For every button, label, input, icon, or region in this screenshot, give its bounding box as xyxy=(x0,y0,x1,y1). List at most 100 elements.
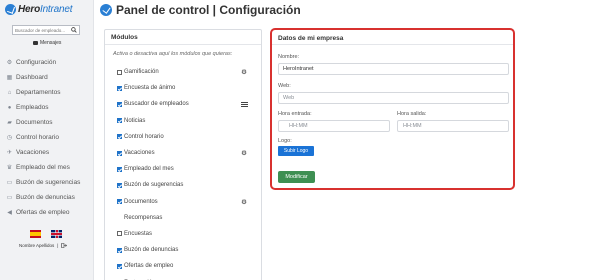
module-row: Facturación⚙ xyxy=(117,274,257,280)
entry-time-input[interactable] xyxy=(278,120,390,132)
module-label: Recompensas xyxy=(124,214,163,221)
module-row: Recompensas xyxy=(117,210,257,226)
modules-list: Gamificación ⚙ Encuesta de ánimo Buscador d… xyxy=(117,64,257,280)
module-checkbox[interactable] xyxy=(117,118,122,124)
settings-gear-icon[interactable]: ⚙ xyxy=(241,198,247,206)
page-header: Panel de control | Configuración xyxy=(100,0,301,19)
module-checkbox[interactable] xyxy=(117,101,122,107)
list-icon[interactable] xyxy=(241,101,248,107)
logo-label: Logo: xyxy=(278,138,292,144)
sidebar-item-label: Documentos xyxy=(16,119,53,126)
module-label: Control horario xyxy=(124,133,164,140)
company-name-input[interactable] xyxy=(278,63,509,75)
module-checkbox[interactable] xyxy=(117,182,122,188)
sidebar: HeroIntranet Mensajes ⚙Configuración▦Das… xyxy=(0,0,94,280)
sidebar-item[interactable]: ▦ Dashboard xyxy=(6,70,80,85)
sidebar-item-label: Configuración xyxy=(16,59,57,66)
module-row: Ofertas de empleo xyxy=(117,258,257,274)
folder-icon: ▰ xyxy=(7,120,12,126)
module-label: Buscador de empleados xyxy=(124,101,189,108)
upload-logo-button[interactable]: Subir Logo xyxy=(278,146,314,156)
settings-gear-icon[interactable]: ⚙ xyxy=(241,149,247,157)
module-row: Control horario xyxy=(117,129,257,145)
sidebar-item[interactable]: ▭ Buzón de sugerencias xyxy=(6,175,81,190)
check-badge-icon xyxy=(100,3,112,16)
module-checkbox[interactable] xyxy=(117,134,122,140)
search-input[interactable] xyxy=(13,27,69,33)
sidebar-item[interactable]: ✈ Vacaciones xyxy=(6,145,80,160)
module-row: Vacaciones ⚙ xyxy=(117,145,257,161)
logout-icon[interactable] xyxy=(61,243,68,248)
brand-logo[interactable]: HeroIntranet xyxy=(5,4,72,15)
search-icon[interactable] xyxy=(69,26,79,34)
trophy-icon: ♛ xyxy=(6,165,13,171)
module-row: Buscador de empleados xyxy=(117,96,257,112)
user-info: Nombre Apellidos | xyxy=(19,243,68,248)
messages-link[interactable]: Mensajes xyxy=(33,40,61,46)
entry-time-label: Hora entrada: xyxy=(278,111,312,117)
employee-search xyxy=(12,25,80,35)
web-input[interactable] xyxy=(278,92,509,104)
module-checkbox[interactable] xyxy=(117,247,122,253)
name-label: Nombre: xyxy=(278,54,300,60)
departments-icon: ⌂ xyxy=(7,89,12,96)
module-row: Documentos ⚙ xyxy=(117,194,257,210)
module-row: Empleado del mes xyxy=(117,161,257,177)
user-name[interactable]: Nombre Apellidos xyxy=(19,243,54,248)
plane-icon: ✈ xyxy=(6,150,13,156)
logo-check-icon xyxy=(5,4,16,15)
module-label: Encuestas xyxy=(124,230,153,237)
company-panel: Datos de mi empresa Nombre: Web: Hora en… xyxy=(270,28,515,190)
dashboard-icon: ▦ xyxy=(6,75,13,81)
modules-title: Módulos xyxy=(105,30,261,45)
sidebar-item-label: Empleado del mes xyxy=(16,164,70,171)
sidebar-item[interactable]: ● Empleados xyxy=(6,100,80,115)
module-label: Empleado del mes xyxy=(124,166,174,173)
sidebar-nav: ⚙ Configuración ▦ Dashboard ⌂ Departamentos ● E… xyxy=(6,55,81,220)
modify-button[interactable]: Modificar xyxy=(278,171,315,183)
module-label: Encuesta de ánimo xyxy=(124,85,176,92)
spanish-flag-icon[interactable] xyxy=(30,230,41,238)
chat-icon xyxy=(33,41,38,45)
english-flag-icon[interactable] xyxy=(51,230,62,238)
sidebar-item[interactable]: ⌂ Departamentos xyxy=(6,85,80,100)
sidebar-item-label: Vacaciones xyxy=(16,149,50,156)
modules-hint: Activa o desactiva aquí los módulos que … xyxy=(113,51,233,57)
exit-time-label: Hora salida: xyxy=(397,111,427,117)
inbox-icon: ▭ xyxy=(6,195,13,201)
module-checkbox[interactable] xyxy=(117,199,122,205)
module-row: Encuestas xyxy=(117,226,257,242)
module-label: Noticias xyxy=(124,117,146,124)
user-separator: | xyxy=(57,243,59,248)
sidebar-item[interactable]: ◀ Ofertas de empleo xyxy=(6,205,80,220)
sidebar-item[interactable]: ▰ Documentos xyxy=(6,115,80,130)
sidebar-item-label: Buzón de sugerencias xyxy=(16,179,81,186)
exit-time-input[interactable] xyxy=(397,120,509,132)
module-label: Documentos xyxy=(124,198,158,205)
module-row: Noticias xyxy=(117,113,257,129)
sidebar-item-label: Empleados xyxy=(16,104,49,111)
brand-name: HeroIntranet xyxy=(18,4,73,15)
module-checkbox[interactable] xyxy=(117,263,122,269)
module-row: Buzón de denuncias xyxy=(117,242,257,258)
module-label: Buzón de denuncias xyxy=(124,247,179,254)
sidebar-item[interactable]: ⚙ Configuración xyxy=(6,55,80,70)
module-checkbox[interactable] xyxy=(117,69,122,75)
module-label: Vacaciones xyxy=(124,150,155,157)
module-checkbox[interactable] xyxy=(117,85,122,91)
sidebar-item-label: Dashboard xyxy=(16,74,48,81)
module-checkbox[interactable] xyxy=(117,150,122,156)
sidebar-item[interactable]: ♛ Empleado del mes xyxy=(6,160,80,175)
gear-icon: ⚙ xyxy=(6,60,13,66)
settings-gear-icon[interactable]: ⚙ xyxy=(241,68,247,76)
sidebar-item[interactable]: ▭ Buzón de denuncias xyxy=(6,190,80,205)
page-title: Panel de control | Configuración xyxy=(116,2,301,17)
messages-label: Mensajes xyxy=(40,40,62,46)
sidebar-item[interactable]: ◷ Control horario xyxy=(6,130,80,145)
sidebar-item-label: Control horario xyxy=(16,134,59,141)
module-checkbox[interactable] xyxy=(117,231,122,237)
language-switcher xyxy=(30,230,62,238)
module-label: Gamificación xyxy=(124,69,159,76)
module-checkbox[interactable] xyxy=(117,166,122,172)
module-row: Buzón de sugerencias xyxy=(117,177,257,193)
